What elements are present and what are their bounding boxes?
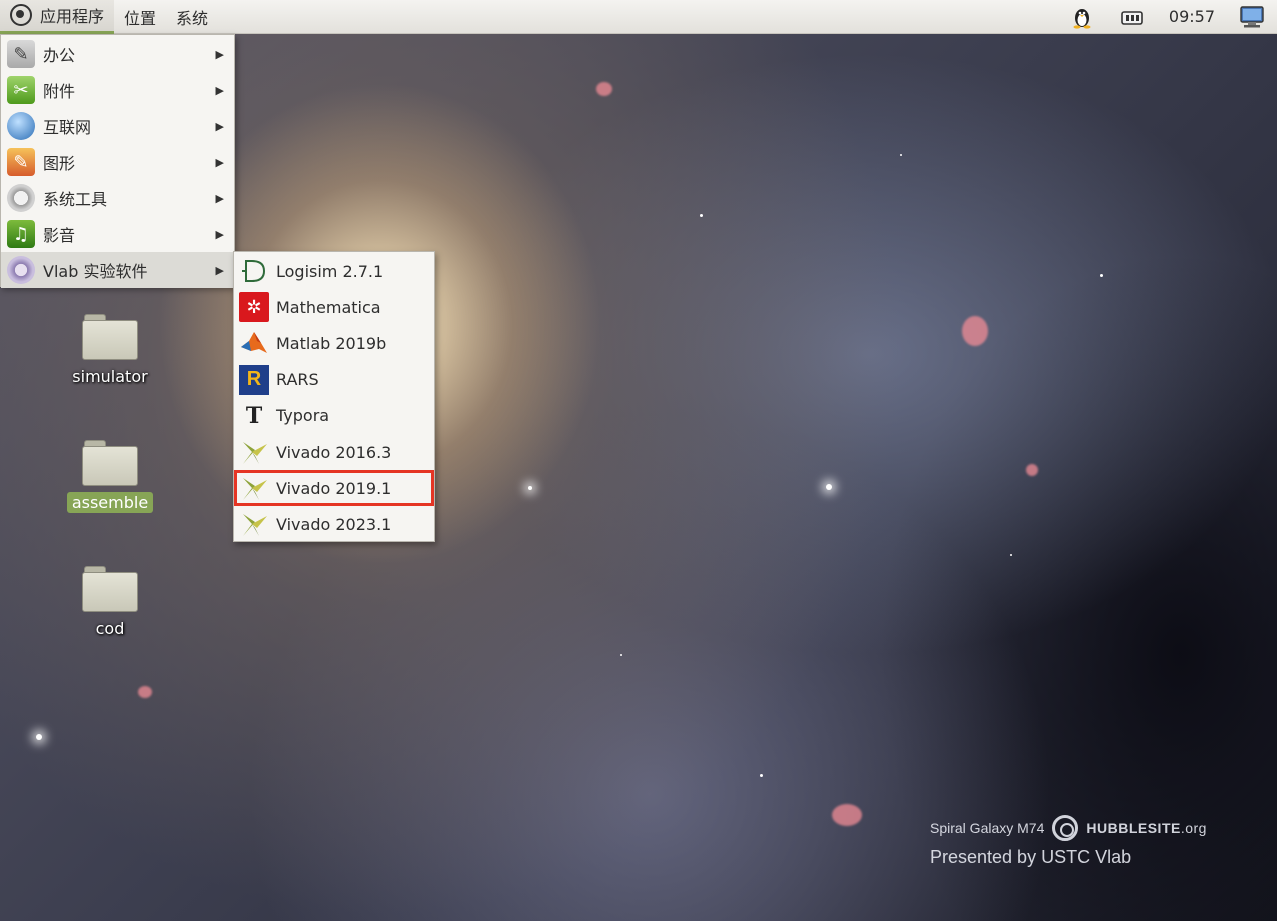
- submenu-item-mathematica[interactable]: ✲ Mathematica: [234, 289, 434, 325]
- hubble-site: HUBBLESITE.org: [1086, 820, 1207, 836]
- desktop-folder-cod[interactable]: cod: [60, 564, 160, 639]
- menu-item-label: 图形: [43, 154, 76, 173]
- submenu-item-label: Vivado 2016.3: [276, 442, 392, 462]
- menu-item-label: 系统工具: [43, 190, 108, 209]
- desktop-folder-simulator[interactable]: simulator: [60, 312, 160, 387]
- applications-menu-label: 应用程序: [40, 7, 105, 26]
- vivado-icon: [238, 436, 270, 468]
- system-menu-label: 系统: [176, 8, 209, 28]
- submenu-arrow-icon: ▶: [215, 155, 224, 169]
- menu-item-label: 影音: [43, 226, 76, 245]
- folder-icon: [82, 312, 138, 360]
- applications-dropdown: ✎ 办公 ▶ ✂ 附件 ▶ 互联网 ▶ ✎ 图形 ▶ 系统工具 ▶ ♫ 影音 ▶…: [0, 34, 235, 288]
- applications-menu[interactable]: 应用程序: [0, 0, 115, 34]
- top-panel: 应用程序 位置 系统 09:57: [0, 0, 1277, 34]
- desktop-folder-label: cod: [95, 619, 125, 638]
- submenu-item-matlab[interactable]: Matlab 2019b: [234, 325, 434, 361]
- submenu-item-label: Logisim 2.7.1: [276, 261, 384, 281]
- submenu-arrow-icon: ▶: [215, 119, 224, 133]
- wallpaper-credit: Spiral Galaxy M74 HUBBLESITE.org Present…: [930, 815, 1207, 868]
- bright-star: [826, 484, 832, 490]
- star: [760, 774, 763, 777]
- hubble-site-suffix: .org: [1180, 820, 1207, 836]
- monitor-icon[interactable]: [1239, 4, 1265, 30]
- bright-star: [528, 486, 532, 490]
- credit-caption: Spiral Galaxy M74: [930, 820, 1045, 836]
- places-menu[interactable]: 位置: [114, 0, 166, 34]
- submenu-item-label: RARS: [276, 370, 319, 390]
- internet-icon: [7, 112, 35, 140]
- graphics-icon: ✎: [7, 148, 35, 176]
- panel-tray: 09:57: [1057, 0, 1277, 34]
- menu-item-internet[interactable]: 互联网 ▶: [1, 108, 234, 144]
- network-icon[interactable]: [1119, 4, 1145, 30]
- folder-icon: [82, 564, 138, 612]
- menu-item-label: 办公: [43, 46, 76, 65]
- rars-icon: R: [238, 364, 270, 396]
- office-icon: ✎: [7, 40, 35, 68]
- logisim-icon: [238, 255, 270, 287]
- mathematica-icon: ✲: [238, 291, 270, 323]
- submenu-item-vivado-2019[interactable]: Vivado 2019.1: [234, 470, 434, 507]
- submenu-item-label: Vivado 2019.1: [276, 478, 392, 498]
- menu-item-vlab[interactable]: Vlab 实验软件 ▶: [1, 252, 234, 288]
- places-menu-label: 位置: [124, 8, 157, 28]
- nebula-spot: [1026, 464, 1038, 476]
- submenu-arrow-icon: ▶: [215, 263, 224, 277]
- submenu-item-label: Mathematica: [276, 297, 381, 317]
- menu-item-system-tools[interactable]: 系统工具 ▶: [1, 180, 234, 216]
- submenu-item-vivado-2023[interactable]: Vivado 2023.1: [234, 506, 434, 542]
- submenu-item-label: Typora: [276, 406, 330, 426]
- vivado-icon: [238, 472, 270, 504]
- credit-presented: Presented by USTC Vlab: [930, 847, 1132, 867]
- nebula-spot: [832, 804, 862, 826]
- desktop-folder-assemble[interactable]: assemble: [60, 438, 160, 513]
- menu-item-office[interactable]: ✎ 办公 ▶: [1, 36, 234, 72]
- vlab-icon: [7, 256, 35, 284]
- accessories-icon: ✂: [7, 76, 35, 104]
- media-icon: ♫: [7, 220, 35, 248]
- system-menu[interactable]: 系统: [166, 0, 218, 34]
- gnome-logo-icon: [10, 4, 32, 26]
- hubble-logo-icon: [1052, 815, 1079, 841]
- submenu-item-logisim[interactable]: Logisim 2.7.1: [234, 253, 434, 289]
- star: [620, 654, 622, 656]
- submenu-arrow-icon: ▶: [215, 227, 224, 241]
- menu-item-media[interactable]: ♫ 影音 ▶: [1, 216, 234, 252]
- star: [700, 214, 703, 217]
- submenu-item-vivado-2016[interactable]: Vivado 2016.3: [234, 434, 434, 470]
- menu-item-label: Vlab 实验软件: [43, 262, 148, 281]
- matlab-icon: [238, 327, 270, 359]
- star: [1010, 554, 1012, 556]
- desktop-folder-label: assemble: [66, 492, 154, 513]
- submenu-arrow-icon: ▶: [215, 191, 224, 205]
- bright-star: [36, 734, 42, 740]
- panel-clock[interactable]: 09:57: [1169, 7, 1215, 26]
- star: [1100, 274, 1103, 277]
- desktop-folder-label: simulator: [72, 367, 148, 386]
- submenu-item-rars[interactable]: R RARS: [234, 362, 434, 398]
- star: [900, 154, 902, 156]
- nebula-spot: [138, 686, 152, 698]
- hubble-site-name: HUBBLESITE: [1086, 820, 1181, 836]
- vlab-submenu: Logisim 2.7.1 ✲ Mathematica Matlab 2019b…: [233, 251, 435, 542]
- menu-item-label: 附件: [43, 82, 76, 101]
- nebula-spot: [596, 82, 612, 96]
- folder-icon: [82, 438, 138, 486]
- submenu-arrow-icon: ▶: [215, 83, 224, 97]
- vivado-icon: [238, 508, 270, 540]
- submenu-item-label: Vivado 2023.1: [276, 514, 392, 534]
- nebula-spot: [962, 316, 988, 346]
- menu-item-label: 互联网: [43, 118, 92, 137]
- submenu-arrow-icon: ▶: [215, 47, 224, 61]
- tux-icon[interactable]: [1069, 4, 1095, 30]
- menu-item-accessories[interactable]: ✂ 附件 ▶: [1, 72, 234, 108]
- submenu-item-label: Matlab 2019b: [276, 333, 387, 353]
- submenu-item-typora[interactable]: T Typora: [234, 398, 434, 434]
- menu-item-graphics[interactable]: ✎ 图形 ▶: [1, 144, 234, 180]
- system-tools-icon: [7, 184, 35, 212]
- typora-icon: T: [245, 402, 263, 429]
